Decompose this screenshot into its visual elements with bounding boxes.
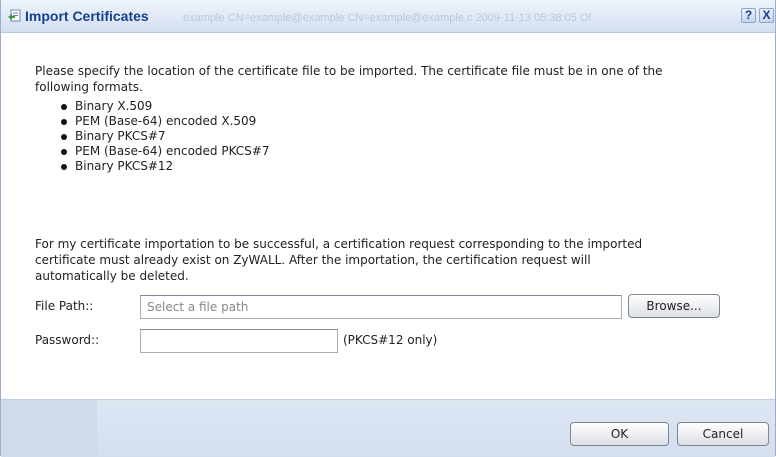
dialog-title: Import Certificates [25, 8, 149, 24]
import-certificate-icon [8, 9, 21, 22]
password-input[interactable] [140, 329, 338, 353]
ok-button[interactable]: OK [570, 422, 669, 446]
dialog-footer: OK Cancel [1, 399, 775, 457]
browse-button[interactable]: Browse... [628, 294, 720, 318]
format-list: Binary X.509 PEM (Base-64) encoded X.509… [59, 99, 269, 174]
cancel-button[interactable]: Cancel [677, 422, 769, 446]
import-certificates-dialog: example CN=example@example CN=example@ex… [0, 0, 776, 457]
file-path-input[interactable] [140, 295, 622, 319]
format-item: Binary PKCS#7 [59, 129, 269, 144]
importation-note: For my certificate importation to be suc… [35, 237, 643, 283]
title-bar[interactable]: example CN=example@example CN=example@ex… [1, 0, 775, 33]
password-hint: (PKCS#12 only) [343, 333, 438, 347]
password-label: Password:: [35, 333, 100, 347]
file-path-label: File Path:: [35, 299, 94, 313]
close-icon[interactable]: X [759, 8, 774, 23]
format-item: PEM (Base-64) encoded X.509 [59, 114, 269, 129]
format-item: Binary PKCS#12 [59, 159, 269, 174]
help-icon[interactable]: ? [741, 8, 756, 23]
dialog-content: Please specify the location of the certi… [1, 33, 775, 399]
title-background-text: example CN=example@example CN=example@ex… [183, 12, 591, 24]
intro-text: Please specify the location of the certi… [35, 64, 663, 94]
format-item: Binary X.509 [59, 99, 269, 114]
footer-side-panel [1, 400, 97, 457]
format-item: PEM (Base-64) encoded PKCS#7 [59, 144, 269, 159]
